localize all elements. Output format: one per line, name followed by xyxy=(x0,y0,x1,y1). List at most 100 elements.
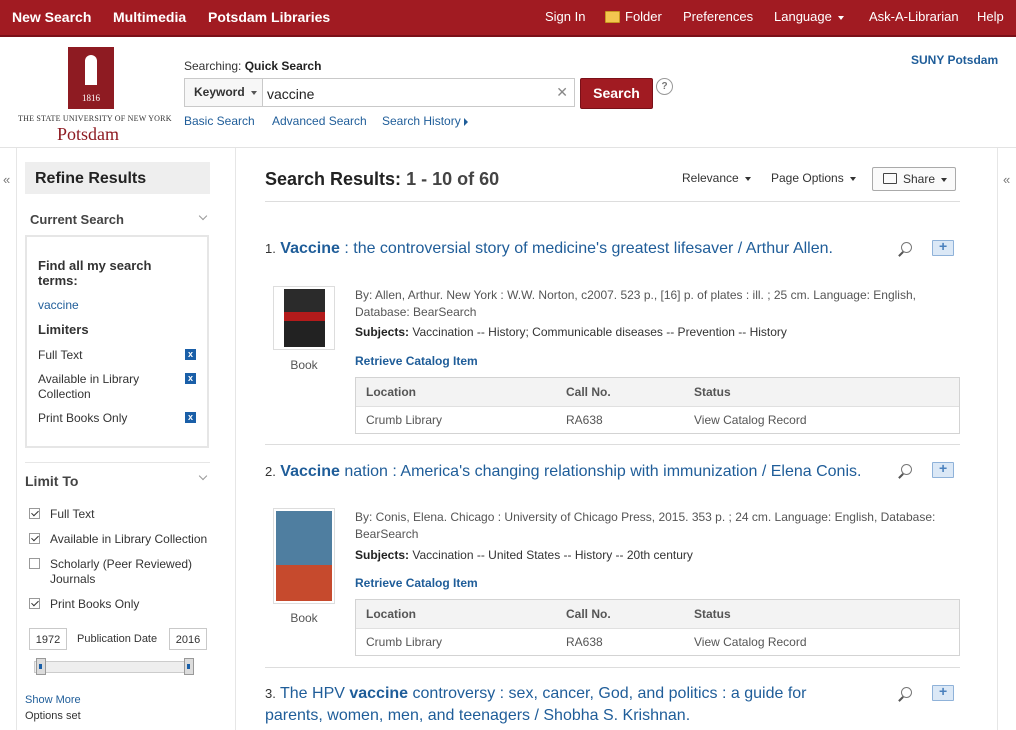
location-cell: Crumb Library xyxy=(366,413,443,427)
field-type-select[interactable]: Keyword xyxy=(185,79,263,106)
ask-a-librarian-link[interactable]: Ask-A-Librarian xyxy=(869,0,959,35)
folder-link[interactable]: Folder xyxy=(605,0,662,35)
search-history-link[interactable]: Search History xyxy=(382,114,468,128)
location-header: Location xyxy=(366,385,416,399)
book-cover[interactable] xyxy=(273,508,335,604)
sign-in-link[interactable]: Sign In xyxy=(545,0,585,35)
show-more-link[interactable]: Show More xyxy=(25,694,81,706)
chevron-down-icon xyxy=(250,90,257,95)
chevron-down-icon xyxy=(744,176,751,181)
help-link[interactable]: Help xyxy=(977,0,1004,35)
advanced-search-link[interactable]: Advanced Search xyxy=(272,114,367,128)
results-heading: Search Results: 1 - 10 of 60 xyxy=(265,169,500,189)
status-header: Status xyxy=(694,607,731,621)
search-input[interactable] xyxy=(265,81,549,106)
clear-icon[interactable]: ✕ xyxy=(556,84,568,101)
scholarly-label[interactable]: Scholarly (Peer Reviewed) Journals xyxy=(50,557,210,587)
location-header: Location xyxy=(366,607,416,621)
multimedia-link[interactable]: Multimedia xyxy=(113,0,186,35)
book-cover[interactable] xyxy=(273,286,335,350)
share-button[interactable]: Share xyxy=(872,167,956,191)
remove-limiter-icon[interactable]: x xyxy=(185,412,196,423)
limiter-full-text: Full Text xyxy=(38,348,83,362)
basic-search-link[interactable]: Basic Search xyxy=(184,114,255,128)
result-meta: By: Conis, Elena. Chicago : University o… xyxy=(355,510,936,541)
limiter-print-books: Print Books Only xyxy=(38,411,128,425)
chevron-down-icon xyxy=(849,176,856,181)
collapse-right-icon[interactable]: « xyxy=(1003,172,1010,187)
preview-icon[interactable] xyxy=(897,240,917,258)
preferences-link[interactable]: Preferences xyxy=(683,0,753,35)
date-slider-end-handle[interactable] xyxy=(184,658,194,675)
find-all-terms-label: Find all my search terms: xyxy=(38,258,152,288)
results-range: 1 - 10 of 60 xyxy=(406,169,500,189)
current-search-heading[interactable]: Current Search xyxy=(30,212,124,227)
print-books-checkbox[interactable] xyxy=(29,598,40,609)
institution-link[interactable]: SUNY Potsdam xyxy=(911,53,998,67)
searching-mode: Quick Search xyxy=(244,59,322,73)
collapse-left-icon[interactable]: « xyxy=(3,172,10,187)
status-cell[interactable]: View Catalog Record xyxy=(694,635,807,649)
date-from-input[interactable]: 1972 xyxy=(29,628,67,650)
date-to-input[interactable]: 2016 xyxy=(169,628,207,650)
top-nav: New Search Multimedia Potsdam Libraries … xyxy=(0,0,1016,37)
result-title-2[interactable]: 2. Vaccine nation : America's changing r… xyxy=(265,461,885,483)
search-term-link[interactable]: vaccine xyxy=(38,298,79,312)
refine-results-heading: Refine Results xyxy=(25,162,210,194)
available-collection-checkbox[interactable] xyxy=(29,533,40,544)
print-books-label[interactable]: Print Books Only xyxy=(50,597,139,611)
add-to-folder-icon[interactable] xyxy=(932,683,954,701)
potsdam-libraries-link[interactable]: Potsdam Libraries xyxy=(208,0,330,35)
preview-icon[interactable] xyxy=(897,685,917,703)
limiter-available: Available in Library Collection xyxy=(38,372,140,401)
holdings-table: Location Call No. Status Crumb Library R… xyxy=(355,377,960,434)
status-cell[interactable]: View Catalog Record xyxy=(694,413,807,427)
chevron-down-icon[interactable] xyxy=(198,471,208,481)
result-title-1[interactable]: 1. Vaccine : the controversial story of … xyxy=(265,238,885,260)
result-subjects: Subjects: Vaccination -- United States -… xyxy=(355,548,693,562)
result-meta: By: Allen, Arthur. New York : W.W. Norto… xyxy=(355,288,916,319)
chevron-down-icon[interactable] xyxy=(198,211,208,221)
format-label: Book xyxy=(290,611,318,625)
results-divider xyxy=(265,444,960,445)
result-title-3[interactable]: 3. The HPV vaccine controversy : sex, ca… xyxy=(265,683,865,727)
header: 1816 THE STATE UNIVERSITY OF NEW YORK Po… xyxy=(0,37,1016,148)
retrieve-catalog-link[interactable]: Retrieve Catalog Item xyxy=(355,576,478,590)
left-collapse-bar[interactable]: « xyxy=(0,148,17,730)
caret-right-icon xyxy=(463,117,468,126)
remove-limiter-icon[interactable]: x xyxy=(185,373,196,384)
logo-seal[interactable]: 1816 xyxy=(68,47,114,109)
limit-to-heading[interactable]: Limit To xyxy=(25,473,78,489)
full-text-label[interactable]: Full Text xyxy=(50,507,94,521)
result-subjects: Subjects: Vaccination -- History; Commun… xyxy=(355,325,787,339)
divider xyxy=(25,462,210,463)
location-cell: Crumb Library xyxy=(366,635,443,649)
add-to-folder-icon[interactable] xyxy=(932,238,954,256)
scholarly-checkbox[interactable] xyxy=(29,558,40,569)
call-number-header: Call No. xyxy=(566,607,611,621)
logo-subtitle: THE STATE UNIVERSITY OF NEW YORK xyxy=(18,114,172,123)
options-set-label[interactable]: Options set xyxy=(25,710,81,722)
language-menu[interactable]: Language xyxy=(774,0,844,35)
remove-limiter-icon[interactable]: x xyxy=(185,349,196,360)
help-icon[interactable]: ? xyxy=(656,78,673,95)
logo-year: 1816 xyxy=(82,93,100,103)
right-collapse-bar[interactable]: « xyxy=(997,148,1016,730)
results-divider xyxy=(265,667,960,668)
full-text-checkbox[interactable] xyxy=(29,508,40,519)
preview-icon[interactable] xyxy=(897,462,917,480)
add-to-folder-icon[interactable] xyxy=(932,460,954,478)
results-divider xyxy=(265,201,960,202)
date-slider-start-handle[interactable] xyxy=(36,658,46,675)
chevron-down-icon xyxy=(837,15,844,20)
limiters-label: Limiters xyxy=(38,322,89,337)
logo-name: Potsdam xyxy=(57,124,120,144)
relevance-sort-menu[interactable]: Relevance xyxy=(682,171,751,185)
tower-icon xyxy=(85,55,97,85)
retrieve-catalog-link[interactable]: Retrieve Catalog Item xyxy=(355,354,478,368)
new-search-link[interactable]: New Search xyxy=(12,0,91,35)
search-button[interactable]: Search xyxy=(580,78,653,109)
page-options-menu[interactable]: Page Options xyxy=(771,171,856,185)
available-collection-label[interactable]: Available in Library Collection xyxy=(50,532,207,546)
date-slider-track[interactable] xyxy=(34,661,194,673)
